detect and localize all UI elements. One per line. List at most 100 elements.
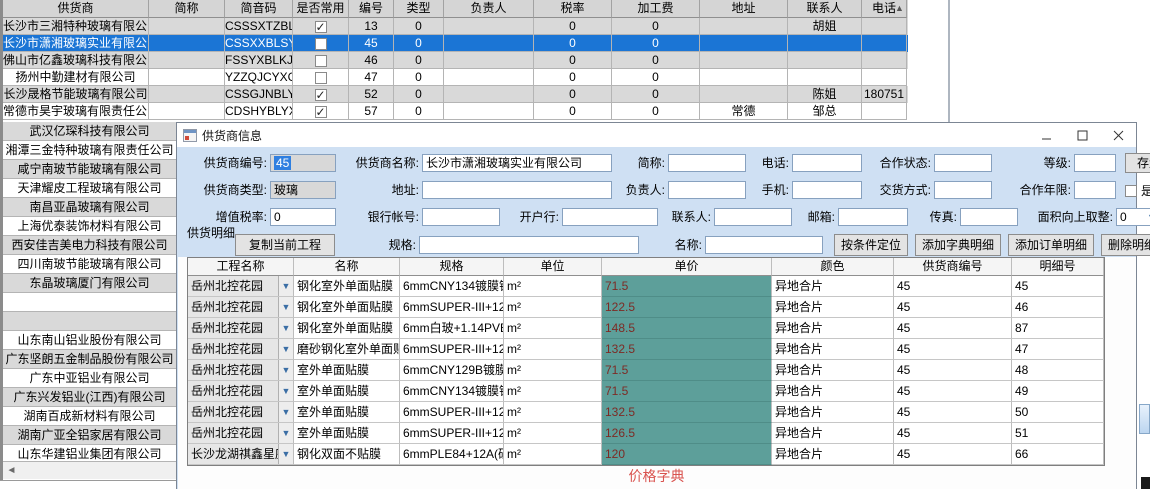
detail-cell[interactable]: 钢化室外单面贴膜 — [294, 276, 400, 297]
detail-row[interactable]: 岳州北控花园▼钢化室外单面贴膜6mmCNY134镀膜钢化m²71.5异地合片45… — [188, 276, 1104, 297]
common-use-checkbox[interactable] — [315, 106, 327, 118]
detail-cell[interactable]: m² — [504, 339, 602, 360]
detail-cell[interactable]: 46 — [1012, 297, 1104, 318]
detail-cell[interactable]: 45 — [894, 402, 1012, 423]
detail-cell[interactable]: 45 — [894, 423, 1012, 444]
detail-cell[interactable]: m² — [504, 318, 602, 339]
detail-cell[interactable]: 钢化室外单面贴膜 — [294, 318, 400, 339]
detail-cell[interactable]: 45 — [1012, 276, 1104, 297]
list-item[interactable] — [3, 293, 176, 312]
detail-cell[interactable]: 异地合片 — [772, 423, 894, 444]
detail-row[interactable]: 岳州北控花园▼钢化室外单面贴膜6mm白玻+1.14PVB+6mm...m²148… — [188, 318, 1104, 339]
list-item[interactable]: 湖南广亚全铝家居有限公司 — [3, 426, 176, 445]
supplier-row[interactable]: 长沙市三湘特种玻璃有限公司CSSSXTZBL..13000胡姐 — [3, 18, 908, 35]
detail-cell[interactable]: 异地合片 — [772, 339, 894, 360]
detail-cell[interactable]: m² — [504, 423, 602, 444]
add-dict-detail-button[interactable]: 添加字典明细 — [915, 234, 1001, 256]
supplier-row[interactable]: 长沙市潇湘玻璃实业有限公司CSSXXBLSY..45000 — [3, 35, 908, 52]
vat-field[interactable]: 0 — [270, 208, 336, 226]
locate-button[interactable]: 按条件定位 — [834, 234, 908, 256]
list-item[interactable]: 东晶玻璃厦门有限公司 — [3, 274, 176, 293]
price-cell[interactable]: 71.5 — [602, 360, 772, 381]
dialog-titlebar[interactable]: 供货商信息 — [177, 123, 1136, 147]
chevron-down-icon[interactable]: ▼ — [278, 360, 293, 380]
common-use-checkbox[interactable] — [315, 55, 327, 67]
price-cell[interactable]: 122.5 — [602, 297, 772, 318]
scrollbar-up-icon[interactable]: ▲ — [893, 2, 906, 15]
column-header[interactable]: 供货商 — [3, 0, 149, 18]
detail-cell[interactable]: 异地合片 — [772, 402, 894, 423]
round-up-combobox[interactable]: 0▼ — [1116, 208, 1150, 226]
column-header[interactable]: 简称 — [149, 0, 225, 18]
detail-row[interactable]: 岳州北控花园▼钢化室外单面贴膜6mmSUPER-III+12A(硅...m²12… — [188, 297, 1104, 318]
detail-cell[interactable]: 钢化室外单面贴膜 — [294, 297, 400, 318]
detail-column-header[interactable]: 颜色 — [772, 258, 894, 276]
detail-cell[interactable]: 室外单面贴膜 — [294, 360, 400, 381]
detail-cell[interactable]: 室外单面贴膜 — [294, 402, 400, 423]
detail-column-header[interactable]: 名称 — [294, 258, 400, 276]
detail-cell[interactable]: 45 — [894, 339, 1012, 360]
detail-cell[interactable]: m² — [504, 381, 602, 402]
detail-cell[interactable]: 50 — [1012, 402, 1104, 423]
detail-cell[interactable]: 异地合片 — [772, 297, 894, 318]
detail-cell[interactable]: 45 — [894, 297, 1012, 318]
detail-cell[interactable]: 6mmSUPER-III+12A(硅... — [400, 402, 504, 423]
price-cell[interactable]: 71.5 — [602, 276, 772, 297]
detail-cell[interactable]: 66 — [1012, 444, 1104, 465]
chevron-down-icon[interactable]: ▼ — [278, 297, 293, 317]
list-item[interactable]: 湖南百成新材料有限公司 — [3, 407, 176, 426]
detail-cell[interactable]: m² — [504, 276, 602, 297]
detail-cell[interactable]: 6mmPLE84+12A(硅酮胶... — [400, 444, 504, 465]
detail-cell[interactable]: 6mmCNY134镀膜钢化 — [400, 381, 504, 402]
supplier-row[interactable]: 长沙晟格节能玻璃有限公司CSSGJNBLYXGS52000陈姐180751 — [3, 86, 908, 103]
detail-cell[interactable]: 钢化双面不贴膜 — [294, 444, 400, 465]
detail-cell[interactable]: 45 — [894, 381, 1012, 402]
list-item[interactable]: 西安佳吉美电力科技有限公司 — [3, 236, 176, 255]
detail-cell[interactable]: 6mmCNY134镀膜钢化 — [400, 276, 504, 297]
supplier-row[interactable]: 扬州中勤建材有限公司YZZQJCYXGS47000 — [3, 69, 908, 86]
column-header[interactable]: 联系人 — [788, 0, 862, 18]
detail-cell[interactable]: 异地合片 — [772, 444, 894, 465]
column-header[interactable]: 负责人 — [444, 0, 534, 18]
delete-detail-button[interactable]: 删除明细 — [1101, 234, 1150, 256]
project-combobox[interactable]: 长沙龙湖祺鑫星座▼ — [188, 444, 294, 465]
detail-cell[interactable]: 45 — [894, 318, 1012, 339]
detail-cell[interactable]: 磨砂钢化室外单面贴膜 — [294, 339, 400, 360]
price-cell[interactable]: 148.5 — [602, 318, 772, 339]
detail-column-header[interactable]: 明细号 — [1012, 258, 1104, 276]
detail-cell[interactable]: 45 — [894, 360, 1012, 381]
spec-input[interactable] — [419, 236, 639, 254]
detail-cell[interactable]: m² — [504, 360, 602, 381]
list-item[interactable] — [3, 312, 176, 331]
column-header[interactable]: 加工费 — [612, 0, 700, 18]
detail-cell[interactable]: 异地合片 — [772, 276, 894, 297]
detail-cell[interactable]: m² — [504, 297, 602, 318]
fax-field[interactable] — [960, 208, 1018, 226]
project-combobox[interactable]: 岳州北控花园▼ — [188, 339, 294, 360]
name-input[interactable] — [705, 236, 823, 254]
common-use-checkbox[interactable] — [315, 72, 327, 84]
price-cell[interactable]: 120 — [602, 444, 772, 465]
list-item[interactable]: 上海优泰装饰材料有限公司 — [3, 217, 176, 236]
list-item[interactable]: 四川南玻节能玻璃有限公司 — [3, 255, 176, 274]
scrollbar-left-icon[interactable]: ◄ — [3, 462, 20, 479]
email-field[interactable] — [838, 208, 908, 226]
detail-cell[interactable]: 47 — [1012, 339, 1104, 360]
detail-row[interactable]: 岳州北控花园▼室外单面贴膜6mmSUPER-III+12A(硅...m²126.… — [188, 423, 1104, 444]
save-return-button[interactable]: 存盘返回 — [1125, 153, 1150, 173]
detail-cell[interactable]: 49 — [1012, 381, 1104, 402]
list-item[interactable]: 咸宁南玻节能玻璃有限公司 — [3, 160, 176, 179]
common-use-checkbox[interactable] — [315, 21, 327, 33]
short-name-field[interactable] — [668, 154, 746, 172]
supplier-row[interactable]: 佛山市亿鑫玻璃科技有限公司FSSYXBLKJ..46000 — [3, 52, 908, 69]
maximize-button[interactable] — [1064, 123, 1100, 147]
detail-cell[interactable]: 51 — [1012, 423, 1104, 444]
column-header[interactable]: 简音码 — [225, 0, 293, 18]
supplier-no-field[interactable]: 45 — [270, 154, 336, 172]
detail-cell[interactable]: 87 — [1012, 318, 1104, 339]
list-item[interactable]: 广东中亚铝业有限公司 — [3, 369, 176, 388]
list-item[interactable]: 湘潭三金特种玻璃有限责任公司 — [3, 141, 176, 160]
project-combobox[interactable]: 岳州北控花园▼ — [188, 402, 294, 423]
list-item[interactable]: 山东南山铝业股份有限公司 — [3, 331, 176, 350]
coop-years-field[interactable] — [1074, 181, 1116, 199]
